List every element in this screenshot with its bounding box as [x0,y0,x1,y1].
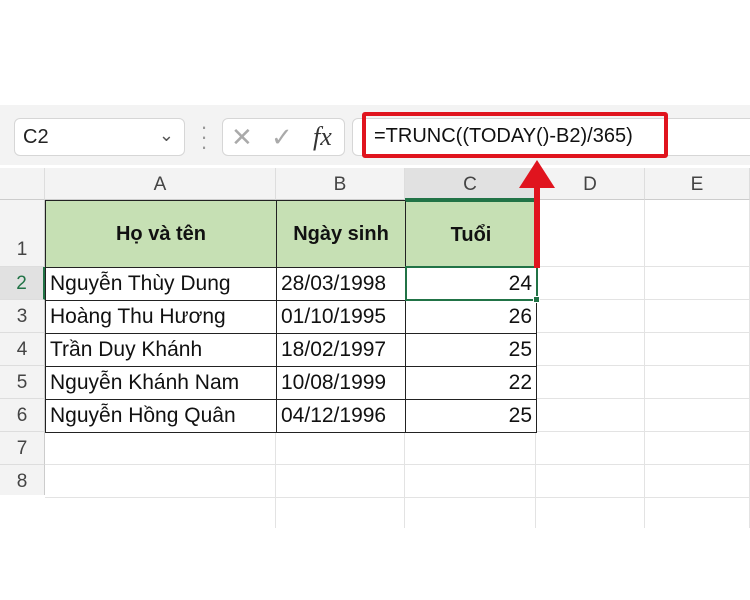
row-header-8[interactable]: 8 [0,465,45,495]
row-header-3[interactable]: 3 [0,300,45,333]
cancel-icon[interactable]: ✕ [231,122,253,153]
column-header-a[interactable]: A [45,168,276,200]
insert-function-icon[interactable]: fx [313,122,332,152]
formula-highlight: =TRUNC((TODAY()-B2)/365) [362,112,668,158]
selected-cell-c2[interactable] [405,266,538,301]
empty-cell[interactable] [45,465,276,498]
cell-birthdate[interactable]: 18/02/1997 [276,333,406,367]
cell-age[interactable]: 25 [405,333,537,367]
cell-name[interactable]: Trần Duy Khánh [45,333,277,367]
cell-age[interactable]: 22 [405,366,537,400]
cell-name[interactable]: Nguyễn Hồng Quân [45,399,277,433]
row-header-4[interactable]: 4 [0,333,45,366]
cell-birthdate[interactable]: 28/03/1998 [276,267,406,301]
enter-icon[interactable]: ✓ [271,122,293,153]
empty-cell[interactable] [645,432,750,465]
fill-handle[interactable] [533,296,540,303]
header-cell-birthdate[interactable]: Ngày sinh [276,200,406,268]
empty-cell[interactable] [645,366,750,399]
chevron-down-icon[interactable]: ⌄ [159,125,174,146]
row-header-5[interactable]: 5 [0,366,45,399]
select-all-corner[interactable] [0,168,45,200]
drag-handle-icon[interactable]: · · · [199,116,209,158]
header-cell-name[interactable]: Họ và tên [45,200,277,268]
empty-cell[interactable] [536,366,645,399]
cell-name[interactable]: Nguyễn Khánh Nam [45,366,277,400]
empty-cell[interactable] [276,465,405,498]
empty-cell[interactable] [45,498,276,528]
empty-cell[interactable] [276,498,405,528]
name-box-value: C2 [23,126,49,148]
row-header-6[interactable]: 6 [0,399,45,432]
row-header-7[interactable]: 7 [0,432,45,465]
column-header-b[interactable]: B [276,168,405,200]
cell-name[interactable]: Nguyễn Thùy Dung [45,267,277,301]
empty-cell[interactable] [45,432,276,465]
empty-cell[interactable] [645,300,750,333]
cell-age[interactable]: 25 [405,399,537,433]
arrow-icon [519,160,555,268]
name-box[interactable]: C2 ⌄ [14,118,185,156]
cell-name[interactable]: Hoàng Thu Hương [45,300,277,334]
empty-cell[interactable] [536,432,645,465]
cell-birthdate[interactable]: 10/08/1999 [276,366,406,400]
empty-cell[interactable] [536,498,645,528]
empty-cell[interactable] [645,465,750,498]
cell-birthdate[interactable]: 01/10/1995 [276,300,406,334]
empty-cell[interactable] [645,267,750,300]
empty-cell[interactable] [536,399,645,432]
row-header-1[interactable]: 1 [0,200,45,267]
empty-cell[interactable] [536,333,645,366]
empty-cell[interactable] [645,333,750,366]
formula-text[interactable]: =TRUNC((TODAY()-B2)/365) [374,125,633,147]
empty-cell[interactable] [405,432,536,465]
empty-cell[interactable] [536,300,645,333]
cell-age[interactable]: 26 [405,300,537,334]
empty-cell[interactable] [276,432,405,465]
empty-cell[interactable] [405,498,536,528]
cell-birthdate[interactable]: 04/12/1996 [276,399,406,433]
empty-cell[interactable] [536,267,645,300]
empty-cell[interactable] [645,399,750,432]
row-header-2[interactable]: 2 [0,267,45,300]
empty-cell[interactable] [405,465,536,498]
formula-buttons: ✕ ✓ fx [222,118,345,156]
cell-e1[interactable] [645,200,750,267]
empty-cell[interactable] [645,498,750,528]
empty-cell[interactable] [536,465,645,498]
column-header-e[interactable]: E [645,168,750,200]
